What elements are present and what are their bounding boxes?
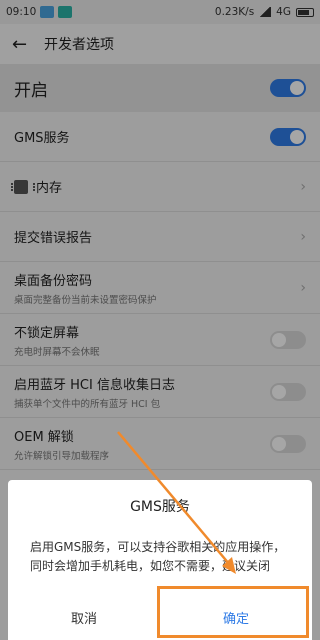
- annotation-arrow-icon: [117, 431, 236, 574]
- highlight-box: [157, 586, 309, 638]
- arrow-shaft: [117, 431, 231, 566]
